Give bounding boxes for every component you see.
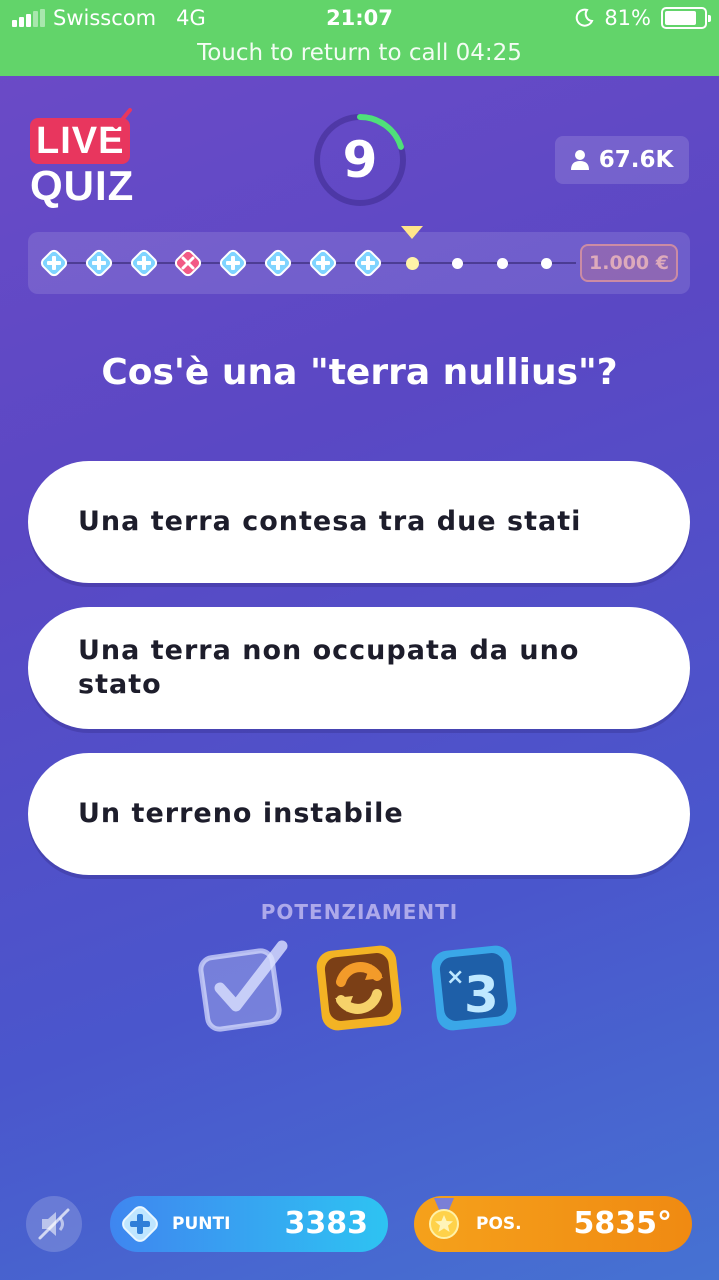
plus-gem-icon (354, 249, 381, 277)
speaker-muted-icon (38, 1208, 70, 1240)
timer-value: 9 (342, 131, 378, 189)
moon-icon (576, 8, 594, 27)
answer-label: Una terra contesa tra due stati (78, 506, 582, 537)
person-icon (570, 150, 589, 170)
plus-gem-icon (130, 249, 157, 277)
position-label: POS. (476, 1214, 522, 1234)
logo-quiz-text: QUIZ (30, 162, 135, 209)
svg-text:×: × (446, 965, 464, 990)
plus-gem-icon (85, 249, 112, 277)
current-question-marker (401, 226, 424, 239)
svg-text:3: 3 (464, 966, 499, 1024)
position-badge: POS. 5835° (414, 1196, 692, 1252)
upcoming-question-dot (541, 258, 553, 269)
powerups-title: POTENZIAMENTI (260, 900, 459, 924)
points-label: PUNTI (172, 1214, 231, 1234)
answer-label: Una terra non occupata da uno stato (78, 635, 580, 700)
return-to-call-banner[interactable]: Touch to return to call 04:25 (0, 40, 719, 66)
medal-icon (429, 1198, 459, 1239)
live-quiz-logo: LIVE QUIZ (28, 108, 148, 212)
prize-amount: 1.000 € (580, 244, 678, 282)
points-value: 3383 (284, 1206, 369, 1241)
times-three-icon[interactable]: × 3 (428, 940, 520, 1032)
answer-label: Un terreno instabile (78, 798, 404, 829)
upcoming-question-dot (451, 258, 463, 269)
plus-gem-icon (122, 1206, 158, 1242)
x-gem-icon (175, 249, 202, 277)
question-text: Cos'è una "terra nullius"? (101, 352, 618, 393)
battery-icon (661, 7, 711, 29)
answer-option-2[interactable]: Una terra non occupata da uno stato (28, 607, 690, 729)
answer-option-1[interactable]: Una terra contesa tra due stati (28, 461, 690, 583)
mute-button[interactable] (26, 1196, 82, 1252)
viewer-count-value: 67.6K (598, 147, 674, 173)
battery-percent: 81% (604, 6, 651, 30)
plus-gem-icon (220, 249, 247, 277)
plus-gem-icon (264, 249, 292, 277)
status-bar[interactable]: Swisscom 4G 21:07 81% Touch to return to… (0, 0, 719, 76)
refresh-icon[interactable] (313, 940, 405, 1032)
answer-option-3[interactable]: Un terreno instabile (28, 753, 690, 875)
points-badge: PUNTI 3383 (110, 1196, 388, 1252)
question-progress-bar: 1.000 € (28, 226, 690, 294)
upcoming-question-dot (496, 258, 508, 269)
check-icon[interactable] (198, 940, 290, 1032)
plus-gem-icon (309, 249, 336, 277)
plus-gem-icon (40, 249, 68, 277)
current-question-dot (405, 257, 419, 270)
viewer-count: 67.6K (555, 136, 689, 184)
position-value: 5835° (573, 1206, 673, 1241)
battery-fill (665, 11, 696, 25)
logo-check-icon (107, 108, 132, 129)
countdown-timer: 9 (312, 112, 408, 208)
